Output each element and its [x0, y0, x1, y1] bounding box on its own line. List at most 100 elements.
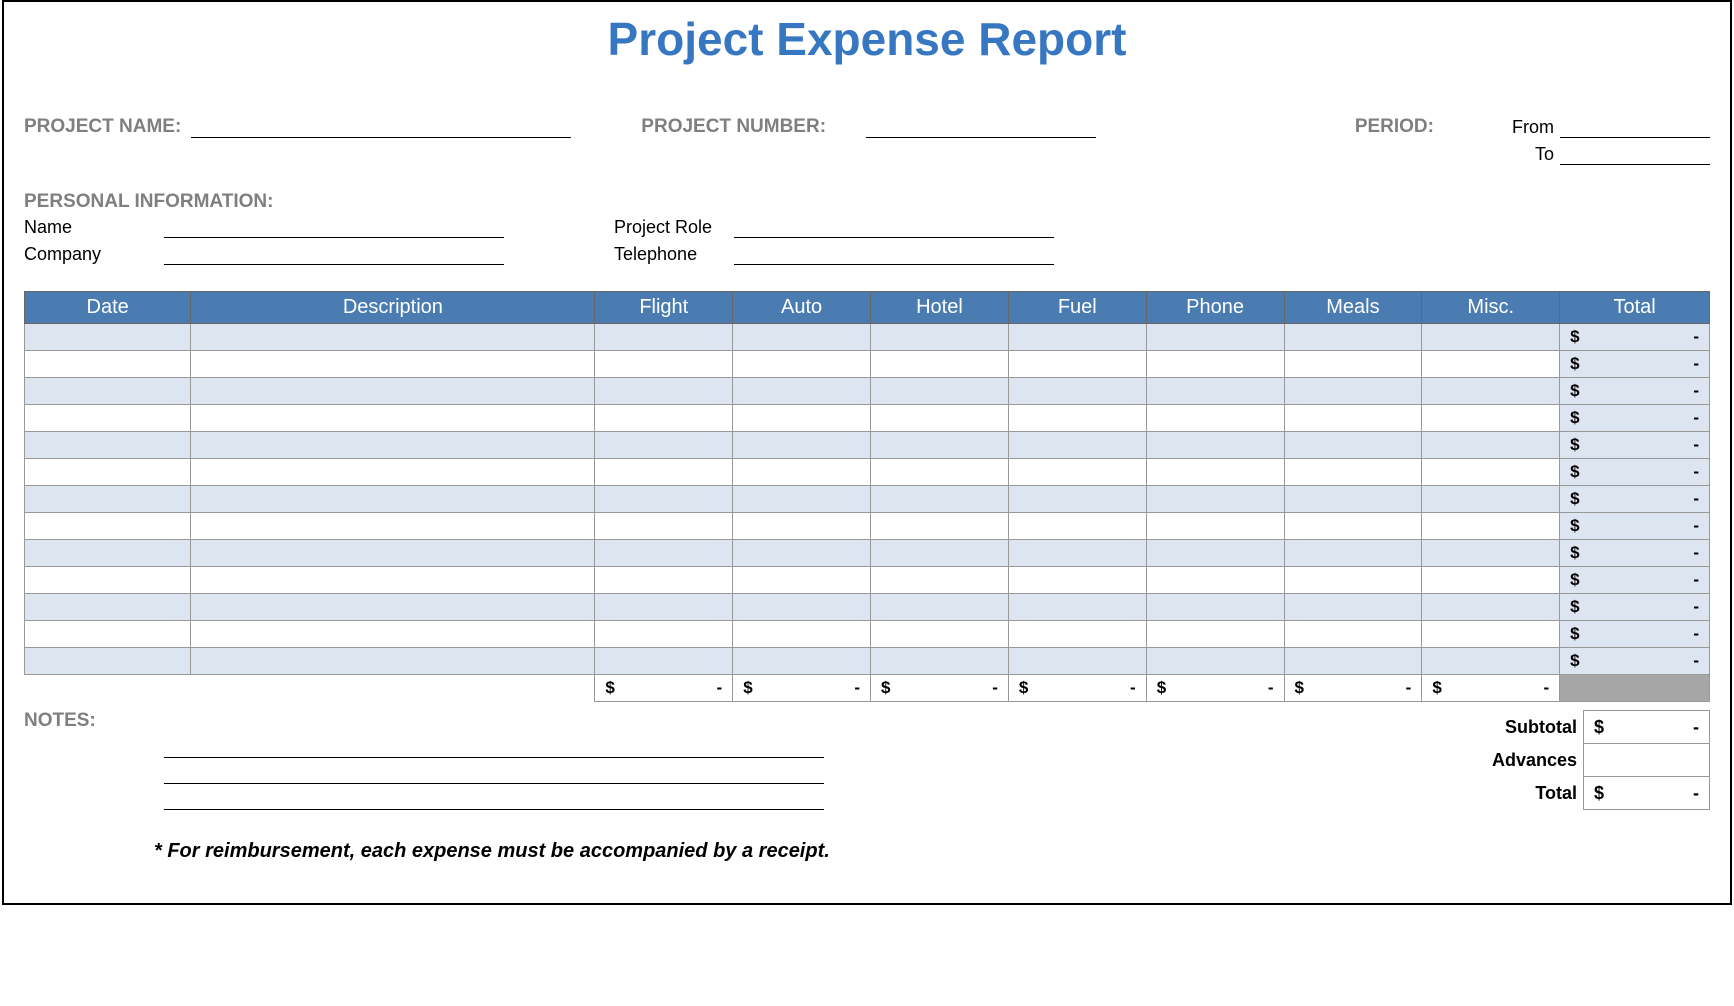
table-cell[interactable] — [1422, 621, 1560, 648]
table-cell[interactable] — [595, 459, 733, 486]
table-cell[interactable] — [1008, 405, 1146, 432]
table-cell[interactable] — [25, 513, 191, 540]
table-cell[interactable] — [1422, 567, 1560, 594]
table-cell[interactable] — [1422, 486, 1560, 513]
table-cell[interactable] — [595, 594, 733, 621]
table-cell[interactable] — [1284, 459, 1422, 486]
table-cell[interactable] — [595, 621, 733, 648]
table-cell[interactable] — [1146, 432, 1284, 459]
table-cell[interactable] — [1146, 378, 1284, 405]
table-cell[interactable] — [25, 567, 191, 594]
table-cell[interactable] — [733, 594, 871, 621]
table-cell[interactable] — [25, 594, 191, 621]
table-cell[interactable] — [1146, 594, 1284, 621]
table-cell[interactable] — [595, 351, 733, 378]
table-cell[interactable] — [1422, 324, 1560, 351]
table-cell[interactable] — [1422, 648, 1560, 675]
table-cell[interactable] — [191, 621, 595, 648]
table-cell[interactable] — [1422, 594, 1560, 621]
project-name-input[interactable] — [191, 118, 571, 138]
table-cell[interactable] — [1146, 324, 1284, 351]
table-cell[interactable] — [595, 405, 733, 432]
table-cell[interactable] — [25, 405, 191, 432]
table-cell[interactable] — [1284, 567, 1422, 594]
table-cell[interactable] — [1008, 567, 1146, 594]
table-cell[interactable] — [25, 378, 191, 405]
table-cell[interactable] — [1008, 459, 1146, 486]
table-cell[interactable] — [733, 324, 871, 351]
table-cell[interactable] — [871, 648, 1009, 675]
table-cell[interactable] — [1146, 540, 1284, 567]
table-cell[interactable] — [733, 648, 871, 675]
table-cell[interactable] — [25, 540, 191, 567]
table-cell[interactable] — [1422, 540, 1560, 567]
name-input[interactable] — [164, 218, 504, 238]
table-cell[interactable] — [871, 405, 1009, 432]
table-cell[interactable] — [1284, 378, 1422, 405]
table-cell[interactable] — [1146, 459, 1284, 486]
table-cell[interactable] — [25, 621, 191, 648]
notes-line-1[interactable] — [164, 732, 824, 758]
table-cell[interactable] — [733, 351, 871, 378]
table-cell[interactable] — [733, 621, 871, 648]
table-cell[interactable] — [191, 540, 595, 567]
table-cell[interactable] — [595, 540, 733, 567]
table-cell[interactable] — [871, 351, 1009, 378]
table-cell[interactable] — [191, 324, 595, 351]
table-cell[interactable] — [25, 459, 191, 486]
table-cell[interactable] — [191, 432, 595, 459]
table-cell[interactable] — [871, 513, 1009, 540]
table-cell[interactable] — [733, 540, 871, 567]
table-cell[interactable] — [25, 351, 191, 378]
table-cell[interactable] — [1422, 513, 1560, 540]
table-cell[interactable] — [1008, 594, 1146, 621]
table-cell[interactable] — [733, 378, 871, 405]
table-cell[interactable] — [871, 432, 1009, 459]
table-cell[interactable] — [1146, 351, 1284, 378]
company-input[interactable] — [164, 245, 504, 265]
table-cell[interactable] — [191, 513, 595, 540]
table-cell[interactable] — [733, 405, 871, 432]
table-cell[interactable] — [871, 594, 1009, 621]
table-cell[interactable] — [1284, 621, 1422, 648]
table-cell[interactable] — [871, 540, 1009, 567]
table-cell[interactable] — [1422, 459, 1560, 486]
table-cell[interactable] — [1146, 513, 1284, 540]
table-cell[interactable] — [595, 567, 733, 594]
table-cell[interactable] — [191, 378, 595, 405]
telephone-input[interactable] — [734, 245, 1054, 265]
table-cell[interactable] — [191, 405, 595, 432]
table-cell[interactable] — [871, 324, 1009, 351]
table-cell[interactable] — [191, 567, 595, 594]
table-cell[interactable] — [1008, 432, 1146, 459]
table-cell[interactable] — [733, 432, 871, 459]
table-cell[interactable] — [1146, 648, 1284, 675]
table-cell[interactable] — [1422, 351, 1560, 378]
table-cell[interactable] — [1284, 513, 1422, 540]
table-cell[interactable] — [191, 459, 595, 486]
table-cell[interactable] — [1422, 378, 1560, 405]
notes-line-3[interactable] — [164, 784, 824, 810]
table-cell[interactable] — [191, 351, 595, 378]
table-cell[interactable] — [733, 567, 871, 594]
table-cell[interactable] — [191, 594, 595, 621]
notes-line-2[interactable] — [164, 758, 824, 784]
table-cell[interactable] — [1146, 567, 1284, 594]
advances-value[interactable] — [1584, 744, 1710, 777]
table-cell[interactable] — [1284, 405, 1422, 432]
table-cell[interactable] — [595, 513, 733, 540]
table-cell[interactable] — [871, 486, 1009, 513]
table-cell[interactable] — [595, 378, 733, 405]
table-cell[interactable] — [191, 486, 595, 513]
table-cell[interactable] — [595, 324, 733, 351]
table-cell[interactable] — [25, 486, 191, 513]
table-cell[interactable] — [1008, 540, 1146, 567]
table-cell[interactable] — [1284, 540, 1422, 567]
table-cell[interactable] — [1146, 486, 1284, 513]
table-cell[interactable] — [733, 486, 871, 513]
table-cell[interactable] — [871, 621, 1009, 648]
table-cell[interactable] — [25, 648, 191, 675]
table-cell[interactable] — [1284, 486, 1422, 513]
table-cell[interactable] — [733, 513, 871, 540]
table-cell[interactable] — [1422, 405, 1560, 432]
